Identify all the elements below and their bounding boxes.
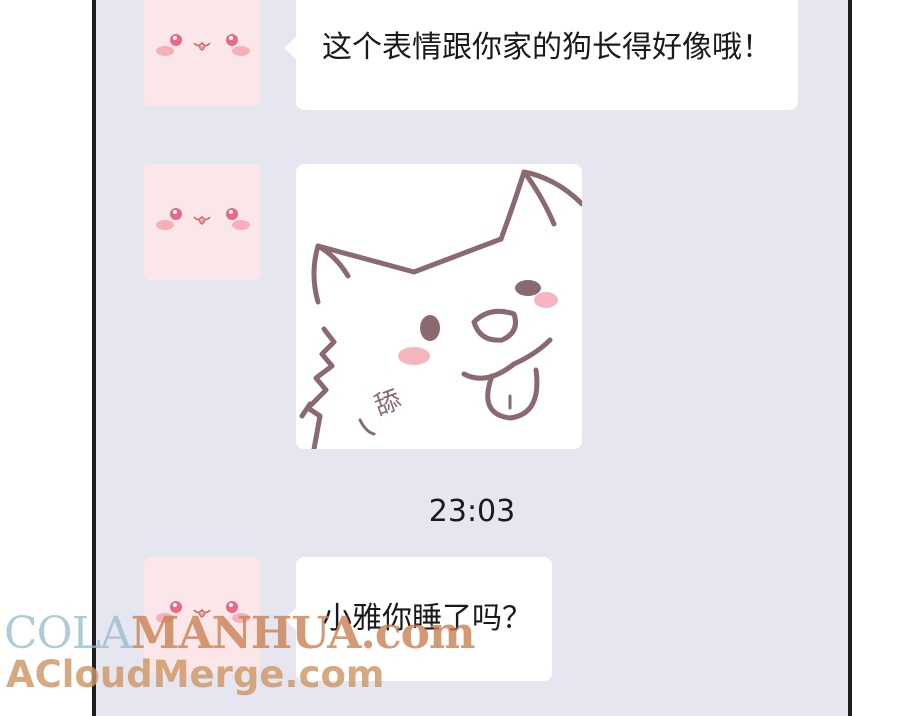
avatar-blush: [156, 220, 174, 230]
avatar-mouth-icon: [193, 41, 211, 51]
message-timestamp: 23:03: [428, 494, 516, 529]
watermark-acloudmerge: ACloudMerge.com: [6, 653, 385, 696]
watermark-colamanhua: COLAMANHUA.com: [4, 612, 476, 656]
avatar-blush: [156, 46, 174, 56]
avatar-eye-icon: [170, 208, 182, 220]
avatar-blush: [232, 46, 250, 56]
avatar-blush: [232, 220, 250, 230]
watermark-part: MANHUA.com: [130, 608, 476, 659]
message-text: 这个表情跟你家的狗长得好像哦！: [322, 30, 772, 65]
avatar-mouth-icon: [193, 215, 211, 225]
contact-avatar[interactable]: [144, 164, 260, 280]
dog-sticker-icon: 舔: [299, 169, 582, 449]
watermark-part: COLA: [4, 608, 132, 659]
sticker-caption: 舔: [371, 385, 406, 422]
sticker-message[interactable]: 舔: [296, 164, 582, 449]
avatar-eye-icon: [226, 34, 238, 46]
avatar-eye-icon: [170, 34, 182, 46]
contact-avatar[interactable]: [144, 0, 260, 106]
message-bubble[interactable]: 这个表情跟你家的狗长得好像哦！: [284, 0, 798, 110]
avatar-eye-icon: [226, 208, 238, 220]
